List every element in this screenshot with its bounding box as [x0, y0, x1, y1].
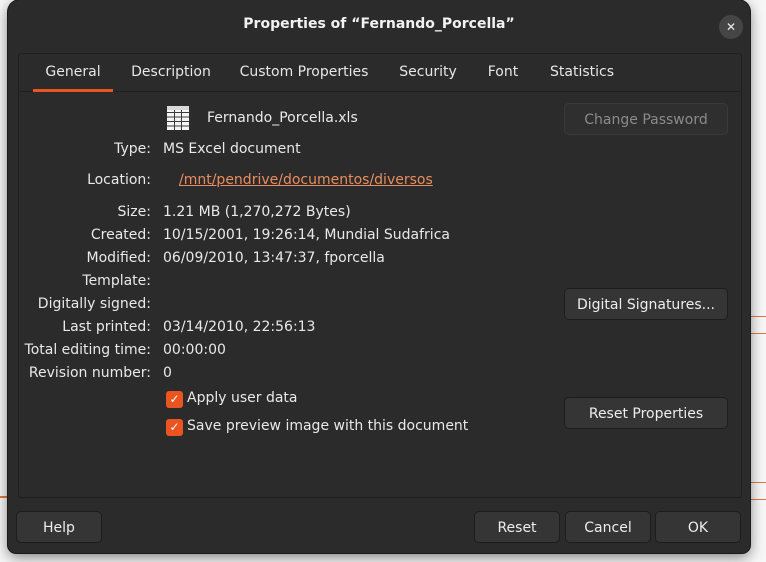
background-mark — [750, 316, 766, 334]
tab-custom-properties[interactable]: Custom Properties — [233, 54, 375, 91]
help-button[interactable]: Help — [16, 511, 102, 543]
last-printed-label: Last printed: — [62, 319, 151, 335]
reset-properties-button[interactable]: Reset Properties — [564, 397, 728, 429]
created-value: 10/15/2001, 19:26:14, Mundial Sudafrica — [163, 227, 450, 243]
editing-time-label: Total editing time: — [24, 342, 151, 358]
editing-time-value: 00:00:00 — [163, 342, 226, 358]
revision-number-value: 0 — [163, 365, 172, 381]
created-label: Created: — [90, 227, 151, 243]
modified-label: Modified: — [86, 250, 151, 266]
cancel-button[interactable]: Cancel — [565, 511, 651, 543]
save-preview-label[interactable]: Save preview image with this document — [187, 418, 468, 434]
titlebar: Properties of “Fernando_Porcella” ✕ — [8, 0, 750, 52]
tab-general[interactable]: General — [33, 54, 113, 92]
file-name: Fernando_Porcella.xls — [207, 110, 358, 126]
location-label: Location: — [87, 172, 151, 188]
type-value: MS Excel document — [163, 141, 301, 157]
size-value: 1.21 MB (1,270,272 Bytes) — [163, 204, 351, 220]
digitally-signed-label: Digitally signed: — [37, 296, 151, 312]
tab-bar: General Description Custom Properties Se… — [19, 54, 741, 92]
revision-number-label: Revision number: — [28, 365, 151, 381]
dialog-title: Properties of “Fernando_Porcella” — [243, 16, 515, 32]
ok-button[interactable]: OK — [655, 511, 741, 543]
close-icon: ✕ — [725, 20, 737, 34]
apply-user-data-checkbox[interactable]: ✓ — [166, 391, 183, 408]
change-password-button[interactable]: Change Password — [564, 103, 728, 135]
digital-signatures-button[interactable]: Digital Signatures... — [564, 288, 728, 320]
type-label: Type: — [114, 141, 151, 157]
tab-font[interactable]: Font — [479, 54, 527, 91]
spreadsheet-icon — [167, 106, 189, 130]
properties-dialog: Properties of “Fernando_Porcella” ✕ Gene… — [8, 0, 750, 553]
tab-description[interactable]: Description — [122, 54, 220, 91]
modified-value: 06/09/2010, 13:47:37, fporcella — [163, 250, 385, 266]
location-link[interactable]: /mnt/pendrive/documentos/diversos — [179, 172, 433, 188]
reset-button[interactable]: Reset — [474, 511, 560, 543]
apply-user-data-label[interactable]: Apply user data — [187, 390, 298, 406]
save-preview-checkbox[interactable]: ✓ — [166, 419, 183, 436]
background-mark — [750, 482, 766, 500]
last-printed-value: 03/14/2010, 22:56:13 — [163, 319, 316, 335]
template-label: Template: — [82, 273, 151, 289]
close-button[interactable]: ✕ — [719, 15, 743, 39]
size-label: Size: — [117, 204, 151, 220]
tab-statistics[interactable]: Statistics — [541, 54, 623, 91]
tab-security[interactable]: Security — [391, 54, 465, 91]
